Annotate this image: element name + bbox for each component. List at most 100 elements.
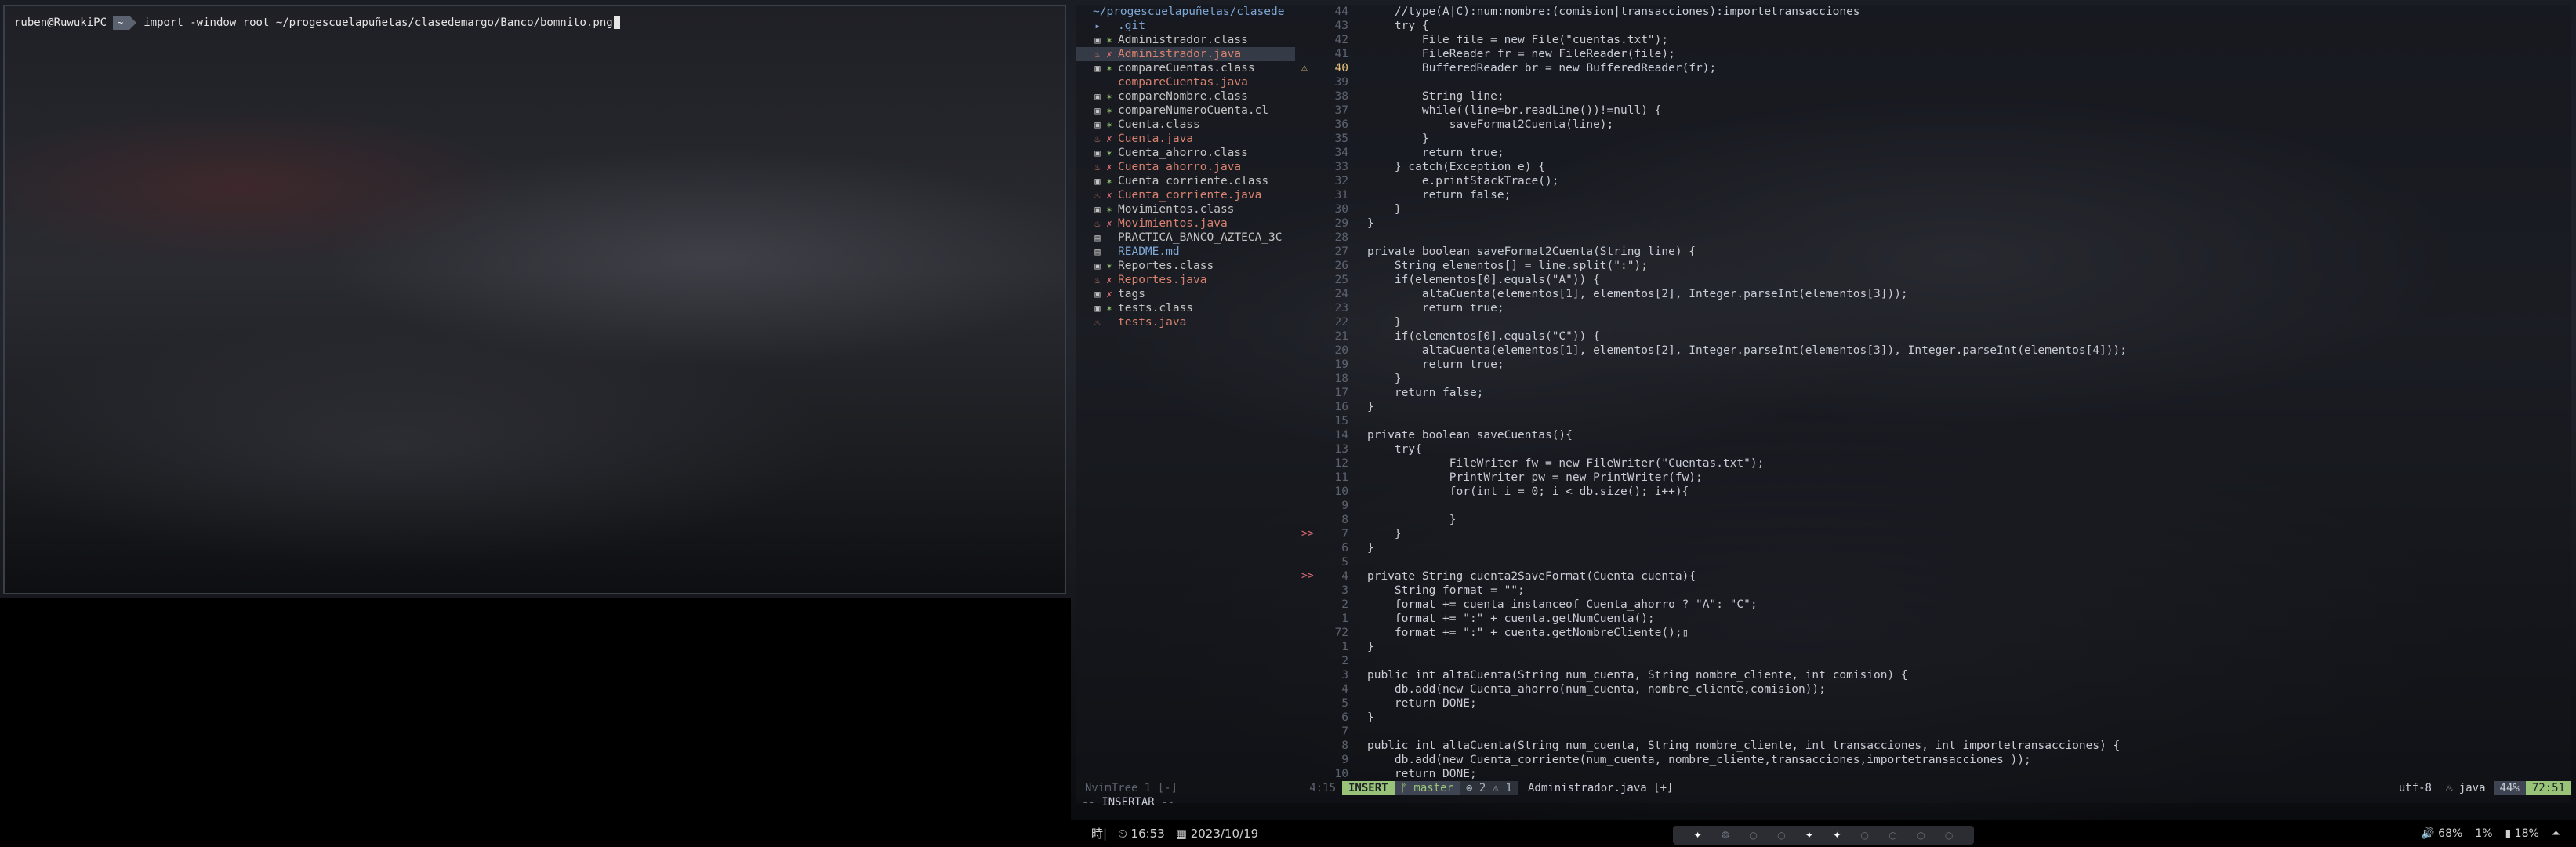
- workspace-8-icon[interactable]: ○: [1888, 830, 1896, 841]
- code-line[interactable]: db.add(new Cuenta_corriente(num_cuenta, …: [1367, 753, 2567, 767]
- code-line[interactable]: //type(A|C):num:nombre:(comision|transac…: [1367, 5, 2567, 19]
- code-line[interactable]: }: [1367, 216, 2567, 231]
- workspace-7-icon[interactable]: ○: [1861, 830, 1869, 841]
- tree-item[interactable]: ▸ .git: [1076, 19, 1295, 33]
- clock-time[interactable]: ⏲ 16:53: [1118, 827, 1165, 841]
- code-line[interactable]: String format = "";: [1367, 583, 2567, 598]
- tree-item[interactable]: ▣ ✶ compareNombre.class: [1076, 89, 1295, 104]
- code-line[interactable]: [1367, 231, 2567, 245]
- tree-item[interactable]: ▣ ✶ tests.class: [1076, 301, 1295, 315]
- tree-item[interactable]: ♨ ✗ Movimientos.java: [1076, 216, 1295, 231]
- code-line[interactable]: [1367, 75, 2567, 89]
- code-line[interactable]: return false;: [1367, 386, 2567, 400]
- tree-item[interactable]: ▣ ✶ compareNumeroCuenta.cl: [1076, 104, 1295, 118]
- code-line[interactable]: }: [1367, 132, 2567, 146]
- tree-item[interactable]: ▣ ✶ Reportes.class: [1076, 259, 1295, 273]
- code-line[interactable]: }: [1367, 640, 2567, 654]
- tree-item[interactable]: ▣ ✗ tags: [1076, 287, 1295, 301]
- code-line[interactable]: saveFormat2Cuenta(line);: [1367, 118, 2567, 132]
- tree-item[interactable]: ♨ ✗ Cuenta.java: [1076, 132, 1295, 146]
- code-line[interactable]: return DONE;: [1367, 767, 2567, 781]
- code-line[interactable]: private boolean saveFormat2Cuenta(String…: [1367, 245, 2567, 259]
- workspace-6-icon[interactable]: ✦: [1833, 830, 1841, 841]
- tree-item[interactable]: ▣ ✶ Cuenta.class: [1076, 118, 1295, 132]
- code-line[interactable]: try {: [1367, 19, 2567, 33]
- tree-item[interactable]: ▣ ✶ Movimientos.class: [1076, 202, 1295, 216]
- code-line[interactable]: public int altaCuenta(String num_cuenta,…: [1367, 668, 2567, 682]
- shell-command[interactable]: import -window root ~/progescuelapuñetas…: [143, 16, 620, 29]
- workspace-10-icon[interactable]: ○: [1945, 830, 1953, 841]
- code-line[interactable]: for(int i = 0; i < db.size(); i++){: [1367, 485, 2567, 499]
- keyboard-layout[interactable]: 時|: [1091, 825, 1107, 842]
- code-line[interactable]: }: [1367, 372, 2567, 386]
- battery-indicator[interactable]: ▮ 18%: [2505, 827, 2539, 840]
- tree-item[interactable]: ▣ ✶ Administrador.class: [1076, 33, 1295, 47]
- code-line[interactable]: if(elementos[0].equals("C")) {: [1367, 329, 2567, 344]
- code-line[interactable]: FileWriter fw = new FileWriter("Cuentas.…: [1367, 456, 2567, 471]
- code-line[interactable]: return true;: [1367, 358, 2567, 372]
- code-line[interactable]: [1367, 654, 2567, 668]
- code-line[interactable]: }: [1367, 400, 2567, 414]
- tree-item[interactable]: ♨ ✗ Cuenta_ahorro.java: [1076, 160, 1295, 174]
- tree-item[interactable]: ▣ ✶ compareCuentas.class: [1076, 61, 1295, 75]
- code-line[interactable]: PrintWriter pw = new PrintWriter(fw);: [1367, 471, 2567, 485]
- code-line[interactable]: [1367, 725, 2567, 739]
- code-line[interactable]: try{: [1367, 442, 2567, 456]
- code-line[interactable]: [1367, 499, 2567, 513]
- clock-date[interactable]: ▦ 2023/10/19: [1176, 827, 1258, 841]
- code-line[interactable]: return true;: [1367, 301, 2567, 315]
- terminal-window[interactable]: ruben@RuwukiPC ~ import -window root ~/p…: [3, 5, 1066, 594]
- code-line[interactable]: String elementos[] = line.split(":");: [1367, 259, 2567, 273]
- code-line[interactable]: public int altaCuenta(String num_cuenta,…: [1367, 739, 2567, 753]
- code-line[interactable]: } catch(Exception e) {: [1367, 160, 2567, 174]
- code-line[interactable]: return true;: [1367, 146, 2567, 160]
- code-line[interactable]: }: [1367, 513, 2567, 527]
- code-line[interactable]: private String cuenta2SaveFormat(Cuenta …: [1367, 569, 2567, 583]
- tree-item[interactable]: ▣ ✶ Cuenta_corriente.class: [1076, 174, 1295, 188]
- workspace-3-icon[interactable]: ○: [1749, 830, 1757, 841]
- workspace-4-icon[interactable]: ○: [1777, 830, 1785, 841]
- command-line[interactable]: -- INSERTAR --: [1082, 795, 1174, 809]
- code-line[interactable]: private boolean saveCuentas(){: [1367, 428, 2567, 442]
- code-line[interactable]: format += ":" + cuenta.getNumCuenta();: [1367, 612, 2567, 626]
- code-line[interactable]: altaCuenta(elementos[1], elementos[2], I…: [1367, 287, 2567, 301]
- code-line[interactable]: }: [1367, 202, 2567, 216]
- code-line[interactable]: e.printStackTrace();: [1367, 174, 2567, 188]
- tree-item[interactable]: ▤ README.md: [1076, 245, 1295, 259]
- code-line[interactable]: [1367, 555, 2567, 569]
- code-line[interactable]: return false;: [1367, 188, 2567, 202]
- brightness-indicator[interactable]: 1%: [2475, 827, 2492, 840]
- workspace-9-icon[interactable]: ○: [1917, 830, 1925, 841]
- code-line[interactable]: format += ":" + cuenta.getNombreCliente(…: [1367, 626, 2567, 640]
- tray-arrow-icon[interactable]: ⏶: [2552, 827, 2560, 840]
- code-line[interactable]: altaCuenta(elementos[1], elementos[2], I…: [1367, 344, 2567, 358]
- tree-item[interactable]: ♨ ✗ Reportes.java: [1076, 273, 1295, 287]
- tree-item[interactable]: ▤ PRACTICA_BANCO_AZTECA_3C: [1076, 231, 1295, 245]
- code-line[interactable]: }: [1367, 711, 2567, 725]
- workspace-5-icon[interactable]: ✦: [1805, 830, 1813, 841]
- code-line[interactable]: format += cuenta instanceof Cuenta_ahorr…: [1367, 598, 2567, 612]
- code-line[interactable]: if(elementos[0].equals("A")) {: [1367, 273, 2567, 287]
- workspace-1-icon[interactable]: ✦: [1694, 830, 1702, 841]
- file-tree[interactable]: ~/progescuelapuñetas/clasede ▸ .git ▣ ✶ Admi…: [1076, 5, 1295, 789]
- code-line[interactable]: }: [1367, 541, 2567, 555]
- code-line[interactable]: String line;: [1367, 89, 2567, 104]
- code-line[interactable]: db.add(new Cuenta_ahorro(num_cuenta, nom…: [1367, 682, 2567, 696]
- tree-item[interactable]: compareCuentas.java: [1076, 75, 1295, 89]
- code-line[interactable]: BufferedReader br = new BufferedReader(f…: [1367, 61, 2567, 75]
- code-line[interactable]: File file = new File("cuentas.txt");: [1367, 33, 2567, 47]
- code-line[interactable]: }: [1367, 315, 2567, 329]
- tree-item[interactable]: ♨ ✗ Cuenta_corriente.java: [1076, 188, 1295, 202]
- volume-indicator[interactable]: 🔊 68%: [2421, 827, 2462, 840]
- code-buffer[interactable]: //type(A|C):num:nombre:(comision|transac…: [1367, 5, 2567, 789]
- tree-item[interactable]: ♨ ✗ Administrador.java: [1076, 47, 1295, 61]
- tree-item[interactable]: ▣ ✶ Cuenta_ahorro.class: [1076, 146, 1295, 160]
- code-line[interactable]: return DONE;: [1367, 696, 2567, 711]
- code-line[interactable]: FileReader fr = new FileReader(file);: [1367, 47, 2567, 61]
- code-line[interactable]: }: [1367, 527, 2567, 541]
- nvim-window[interactable]: ~/progescuelapuñetas/clasede ▸ .git ▣ ✶ Admi…: [1076, 5, 2571, 809]
- code-line[interactable]: while((line=br.readLine())!=null) {: [1367, 104, 2567, 118]
- workspace-switcher[interactable]: ✦ ❂ ○ ○ ✦ ✦ ○ ○ ○ ○: [1673, 826, 1974, 845]
- workspace-2-icon[interactable]: ❂: [1722, 830, 1729, 841]
- tree-item[interactable]: ♨ tests.java: [1076, 315, 1295, 329]
